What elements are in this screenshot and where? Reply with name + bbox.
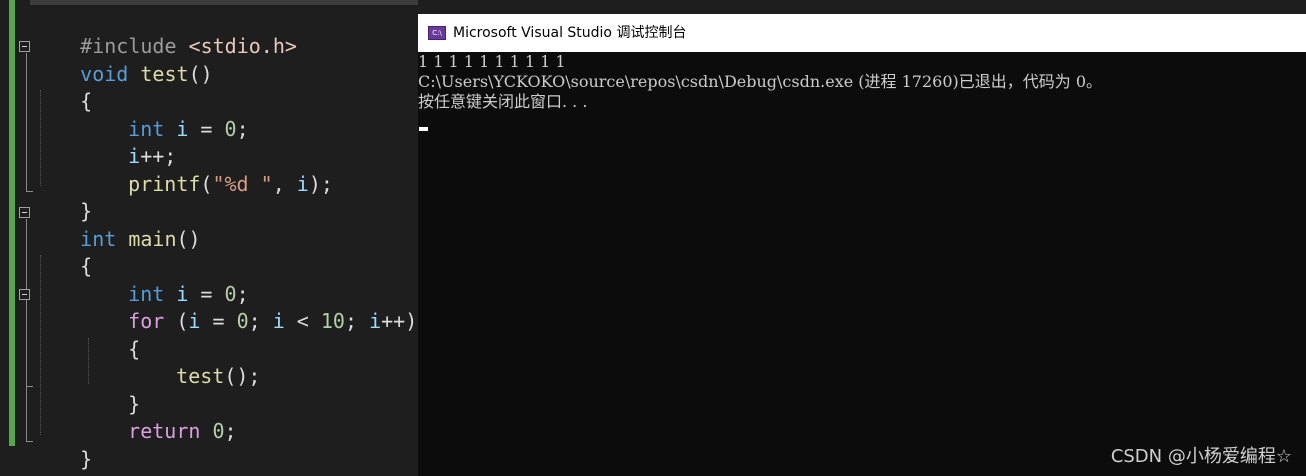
function-name: main (128, 227, 177, 251)
punctuation: ; (236, 117, 249, 141)
operator: ++) (381, 309, 418, 333)
fold-line (26, 53, 27, 191)
code-line-5[interactable]: i++; (80, 117, 176, 168)
punctuation: ( (200, 172, 213, 196)
code-line-6[interactable]: printf("%d ", i); (80, 145, 333, 196)
console-output-line: C:\Users\YCKOKO\source\repos\csdn\Debug\… (418, 72, 1103, 91)
collapse-for-icon[interactable] (19, 289, 30, 300)
code-line-9[interactable]: { (32, 227, 92, 278)
operator: < (284, 309, 321, 333)
code-line-2[interactable]: void test() (32, 35, 212, 86)
punctuation: , (272, 172, 297, 196)
console-title: Microsoft Visual Studio 调试控制台 (453, 25, 687, 41)
collapse-main-icon[interactable] (19, 207, 30, 218)
code-editor[interactable]: #include <stdio.h> void test() { int i =… (0, 0, 418, 476)
code-line-1[interactable]: #include <stdio.h> (32, 7, 297, 58)
code-line-7[interactable]: } (32, 172, 92, 223)
code-line-13[interactable]: test(); (128, 337, 260, 388)
code-line-12[interactable]: { (80, 310, 140, 361)
number: 0 (224, 117, 237, 141)
punctuation: ; (344, 309, 370, 333)
console-output[interactable]: 1 1 1 1 1 1 1 1 1 1 C:\Users\YCKOKO\sour… (418, 52, 1306, 476)
code-line-4[interactable]: int i = 0; (80, 90, 248, 141)
console-app-icon: C:\ (428, 26, 446, 40)
brace: } (80, 447, 93, 471)
punctuation: ( (164, 309, 189, 333)
console-cursor (419, 127, 428, 131)
punctuation: () (188, 62, 213, 86)
change-tracking-bar (9, 0, 15, 446)
function-call: test (176, 364, 225, 388)
number: 0 (212, 419, 225, 443)
code-line-16[interactable]: } (32, 420, 92, 471)
debug-console-window[interactable]: C:\ Microsoft Visual Studio 调试控制台 1 1 1 … (418, 14, 1306, 476)
watermark: CSDN @小杨爱编程☆ (1110, 446, 1292, 467)
punctuation: (); (224, 364, 261, 388)
control-keyword: return (128, 419, 201, 443)
punctuation: ; (248, 309, 273, 333)
code-line-11[interactable]: for (i = 0; i < 10; i++) (80, 282, 417, 333)
console-output-line: 1 1 1 1 1 1 1 1 1 1 (418, 52, 566, 71)
code-line-3[interactable]: { (32, 62, 92, 113)
function-name: test (140, 62, 189, 86)
code-line-8[interactable]: int main() (32, 200, 200, 251)
variable: i (369, 309, 382, 333)
console-titlebar[interactable]: C:\ Microsoft Visual Studio 调试控制台 (418, 14, 1306, 52)
code-line-10[interactable]: int i = 0; (80, 255, 248, 306)
number: 0 (236, 309, 249, 333)
function-call: printf (128, 172, 201, 196)
fold-end (26, 386, 33, 387)
fold-line (26, 219, 27, 441)
number: 10 (320, 309, 345, 333)
variable: i (188, 309, 201, 333)
variable: i (176, 117, 189, 141)
collapse-test-icon[interactable] (19, 41, 30, 52)
operator: = (200, 309, 237, 333)
punctuation: ); (308, 172, 333, 196)
code-line-15[interactable]: return 0; (80, 392, 236, 443)
string-literal: "%d " (212, 172, 273, 196)
code-line-14[interactable]: } (80, 365, 140, 416)
editor-top-border (30, 0, 418, 5)
variable: i (296, 172, 309, 196)
punctuation: ; (224, 419, 237, 443)
operator: = (188, 117, 225, 141)
punctuation: () (176, 227, 201, 251)
variable: i (272, 309, 285, 333)
console-output-line: 按任意键关闭此窗口. . . (418, 92, 588, 111)
